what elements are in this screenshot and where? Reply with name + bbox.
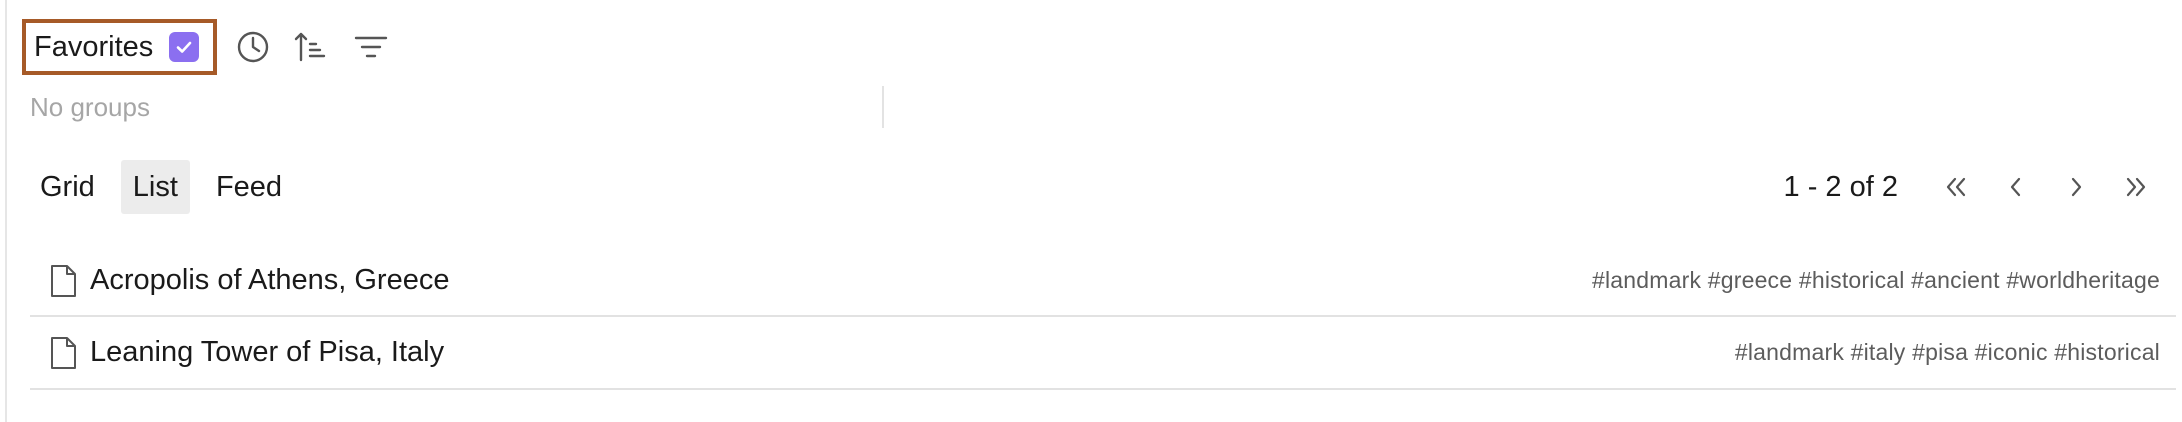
favorites-checkbox[interactable] [169,32,200,62]
first-page-icon [1946,177,1966,197]
clock-icon [238,31,269,63]
tab-list[interactable]: List [120,160,190,214]
last-page-icon [2126,177,2146,197]
pagination-summary: 1 - 2 of 2 [1783,170,1898,203]
tab-feed[interactable]: Feed [204,160,294,214]
pagination: 1 - 2 of 2 [1784,160,2158,214]
item-list: Acropolis of Athens, Greece #landmark #g… [30,246,2176,390]
no-groups-label: No groups [30,92,150,122]
filter-button[interactable] [351,27,391,67]
item-tags: #landmark #greece #historical #ancient #… [1591,267,2160,293]
sort-button[interactable] [291,27,331,67]
favorites-label: Favorites [34,30,154,63]
sort-ascending-icon [295,32,326,62]
item-tags: #landmark #italy #pisa #iconic #historic… [1734,339,2160,365]
panel-left-border [5,0,7,422]
previous-page-icon [2010,177,2021,197]
previous-page-button[interactable] [1994,165,2038,209]
favorites-toggle[interactable]: Favorites [22,19,218,75]
groups-divider [882,86,884,128]
list-item[interactable]: Leaning Tower of Pisa, Italy #landmark #… [30,317,2176,390]
next-page-icon [2071,177,2082,197]
last-page-button[interactable] [2114,165,2158,209]
document-icon [48,263,78,299]
view-tabs: Grid List Feed [28,160,294,214]
checkmark-icon [176,41,192,53]
list-item[interactable]: Acropolis of Athens, Greece #landmark #g… [30,246,2176,317]
first-page-button[interactable] [1934,165,1978,209]
tab-grid[interactable]: Grid [28,160,107,214]
document-icon [48,335,78,371]
recent-button[interactable] [233,27,273,67]
item-title: Acropolis of Athens, Greece [90,264,450,296]
toolbar: Favorites [22,19,391,75]
filter-icon [355,36,388,58]
item-title: Leaning Tower of Pisa, Italy [90,336,445,368]
next-page-button[interactable] [2054,165,2098,209]
